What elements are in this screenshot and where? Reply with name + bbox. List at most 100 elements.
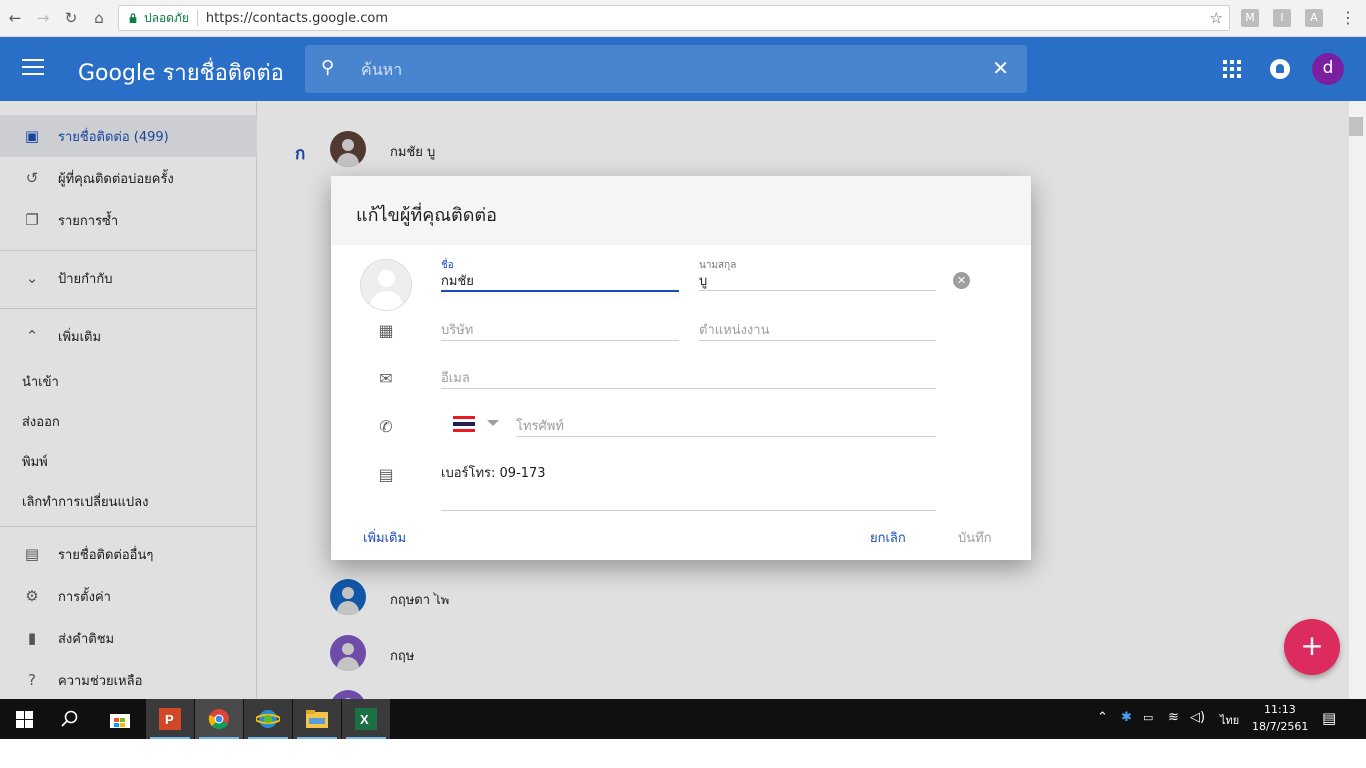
sidebar-item-frequent[interactable]: ↺ ผู้ที่คุณติดต่อบ่อยครั้ง [0,157,257,199]
action-center-icon[interactable]: ▤ [1322,709,1336,727]
powerpoint-icon[interactable]: P [146,699,194,739]
company-field[interactable] [441,320,679,341]
notes-text[interactable]: เบอร์โทร: 09-173 [441,464,936,510]
sidebar-link-print[interactable]: พิมพ์ [22,451,48,472]
phone-input[interactable] [516,416,936,436]
notes-field[interactable]: เบอร์โทร: 09-173 [441,464,936,511]
page-scrollbar[interactable] [1349,101,1366,699]
app-title: Google รายชื่อติดต่อ [78,61,284,86]
reload-icon[interactable]: ↻ [58,5,84,31]
svg-text:P: P [165,712,174,727]
home-icon[interactable]: ⌂ [86,5,112,31]
sidebar-item-help[interactable]: ? ความช่วยเหลือ [0,659,257,701]
account-avatar[interactable]: d [1312,53,1344,85]
company-input[interactable] [441,320,679,340]
screen-bottom-strip [0,739,1366,768]
sidebar-item-label: รายชื่อติดต่อ (499) [58,129,169,145]
archive-icon: ▤ [24,545,40,563]
extension-pdf-icon[interactable]: A [1305,9,1323,27]
sidebar-item-settings[interactable]: ⚙ การตั้งค่า [0,575,257,617]
wifi-icon[interactable]: ≋ [1168,710,1179,725]
clock-date[interactable]: 18/7/2561 [1252,720,1308,733]
save-button[interactable]: บันทึก [958,527,992,548]
help-icon: ? [28,671,36,689]
lock-icon [129,13,137,23]
chrome-icon[interactable] [195,699,243,739]
sidebar-item-duplicates[interactable]: ❐ รายการซ้ำ [0,199,257,241]
sidebar-item-label: การตั้งค่า [58,589,111,605]
email-icon: ✉ [379,368,393,388]
sidebar-item-feedback[interactable]: ▮ ส่งคำติชม [0,617,257,659]
menu-icon[interactable] [22,59,44,80]
scrollbar-thumb[interactable] [1349,117,1363,136]
input-language[interactable]: ไทย [1220,711,1239,729]
file-explorer-icon[interactable] [293,699,341,739]
last-name-label: นามสกุล [699,260,737,271]
address-bar[interactable]: ปลอดภัย https://contacts.google.com ☆ [118,5,1230,31]
search-input[interactable] [361,55,961,83]
app-header: Google รายชื่อติดต่อ ⚲ ✕ d [0,37,1366,101]
cancel-button[interactable]: ยกเลิก [870,527,906,548]
first-name-field[interactable]: ชื่อ [441,258,679,292]
sidebar-item-labels[interactable]: ⌄ ป้ายกำกับ [0,257,257,299]
apps-grid-icon[interactable] [1223,60,1241,78]
sidebar-item-contacts[interactable]: ▣ รายชื่อติดต่อ (499) [0,115,257,157]
notes-icon: ▤ [378,464,394,484]
dialog-header: แก้ไขผู้ที่คุณติดต่อ [331,176,1031,245]
phone-field[interactable] [516,416,936,437]
search-box[interactable]: ⚲ ✕ [305,45,1027,93]
browser-menu-icon[interactable]: ⋮ [1340,8,1356,27]
field-underline [699,290,936,291]
ie-download-icon[interactable] [244,699,292,739]
country-dropdown-icon[interactable] [487,420,499,426]
first-name-input[interactable] [441,270,679,290]
clock-time[interactable]: 11:13 [1264,703,1296,716]
sidebar-link-import[interactable]: นำเข้า [22,371,59,392]
last-name-field[interactable]: นามสกุล [699,258,936,291]
sidebar-link-undo[interactable]: เลิกทำการเปลี่ยนแปลง [22,491,148,512]
sidebar-divider [0,526,257,527]
email-field[interactable] [441,368,936,389]
sidebar-item-more[interactable]: ⌃ เพิ่มเติม [0,315,257,357]
chevron-up-icon: ⌃ [25,327,39,345]
bookmark-star-icon[interactable]: ☆ [1210,9,1223,27]
thailand-flag-icon[interactable] [453,416,475,432]
sidebar-link-export[interactable]: ส่งออก [22,411,60,432]
search-icon[interactable] [46,699,94,739]
close-icon[interactable]: ✕ [992,56,1009,80]
extension-m-icon[interactable]: M [1241,9,1259,27]
store-icon[interactable] [96,699,144,739]
contacts-icon: ▣ [24,127,40,145]
feedback-icon: ▮ [27,629,37,647]
dialog-title: แก้ไขผู้ที่คุณติดต่อ [356,205,497,226]
job-title-input[interactable] [699,320,936,340]
gear-icon: ⚙ [25,587,39,605]
sidebar-divider [0,250,257,251]
add-contact-button[interactable]: + [1284,619,1340,675]
forward-icon[interactable]: → [30,5,56,31]
job-title-field[interactable] [699,320,936,341]
tray-chevron-up-icon[interactable]: ⌃ [1097,710,1108,725]
field-underline [441,388,936,389]
search-icon[interactable]: ⚲ [321,57,334,78]
sidebar-item-label: ป้ายกำกับ [58,271,113,287]
bluetooth-icon[interactable]: ✱ [1121,710,1132,725]
more-fields-button[interactable]: เพิ่มเติม [363,527,406,548]
excel-icon[interactable]: X [342,699,390,739]
last-name-input[interactable] [699,270,936,290]
url-text[interactable]: https://contacts.google.com [206,11,388,26]
sidebar-item-label: เพิ่มเติม [58,329,102,345]
contact-photo[interactable] [360,259,412,311]
email-input[interactable] [441,368,936,388]
windows-start-icon[interactable] [0,699,48,739]
notifications-icon[interactable] [1270,59,1290,79]
keyboard-icon[interactable]: ▭ [1143,711,1153,724]
extension-i-icon[interactable]: I [1273,9,1291,27]
volume-icon[interactable]: ◁) [1190,710,1205,725]
back-icon[interactable]: ← [2,5,28,31]
company-icon: ▦ [378,320,394,340]
sidebar-item-other-contacts[interactable]: ▤ รายชื่อติดต่ออื่นๆ [0,533,257,575]
edit-contact-dialog: แก้ไขผู้ที่คุณติดต่อ ชื่อ นามสกุล ✕ ▦ ✉ … [331,176,1031,560]
clear-name-icon[interactable]: ✕ [953,272,970,289]
history-icon: ↺ [25,169,39,187]
